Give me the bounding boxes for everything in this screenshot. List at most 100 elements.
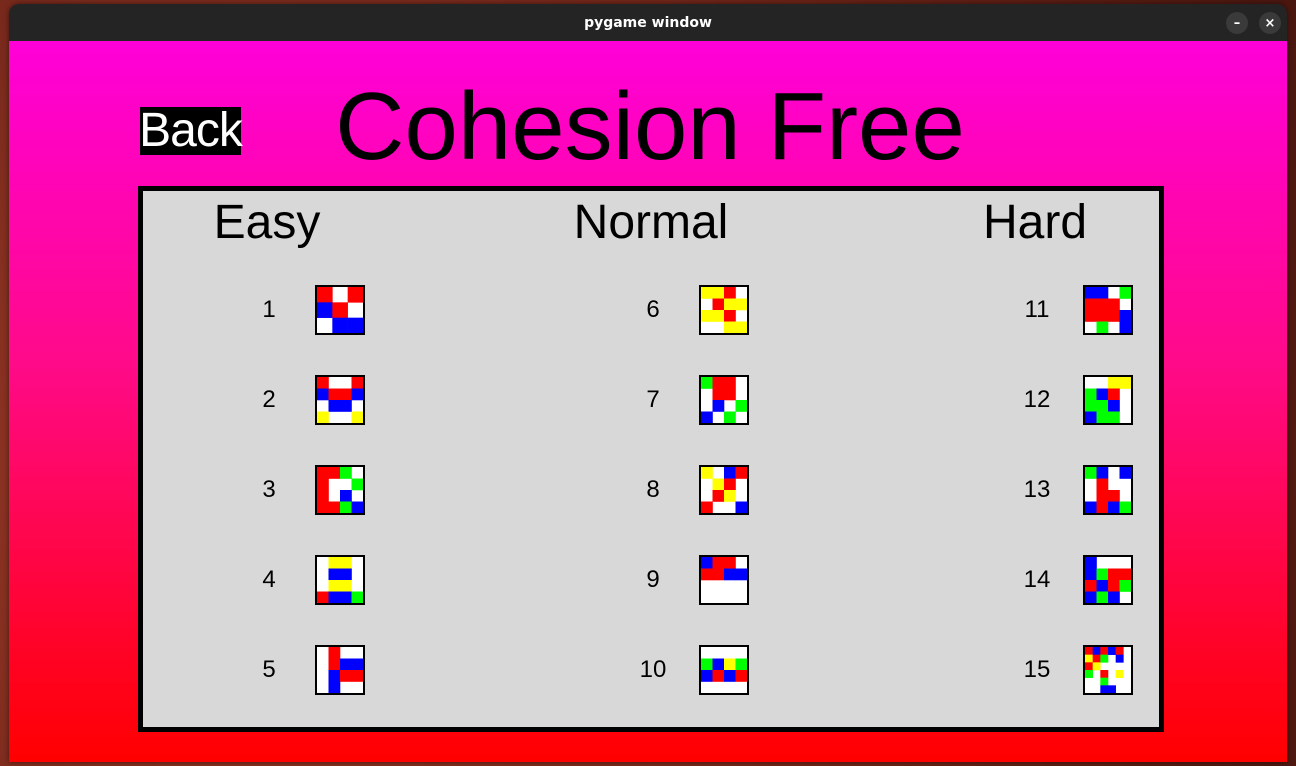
grid-cell [724, 321, 736, 333]
level-number: 12 [1023, 386, 1051, 413]
grid-cell [347, 287, 363, 303]
grid-cell [1115, 647, 1124, 655]
back-button[interactable]: Back [139, 107, 243, 155]
grid-cell [1085, 591, 1097, 603]
window-titlebar: pygame window – × [9, 4, 1287, 41]
grid-cell [328, 658, 341, 671]
grid-cell [332, 317, 348, 333]
level-thumbnail-button[interactable] [1083, 285, 1133, 335]
grid-cell [1108, 685, 1116, 693]
level-preview-grid [1085, 467, 1131, 513]
grid-cell [1085, 501, 1097, 513]
level-thumbnail-button[interactable] [699, 555, 749, 605]
grid-cell [351, 501, 363, 513]
level-preview-grid [1085, 377, 1131, 423]
grid-cell [328, 388, 341, 401]
grid-cell [1119, 321, 1131, 333]
grid-cell [340, 400, 352, 412]
grid-cell [735, 321, 747, 333]
grid-cell [712, 490, 725, 502]
level-preview-grid [317, 287, 363, 333]
grid-cell [1096, 321, 1109, 333]
level-thumbnail-button[interactable] [1083, 555, 1133, 605]
grid-cell [1096, 411, 1109, 423]
grid-cell [724, 298, 736, 311]
level-thumbnail-button[interactable] [699, 465, 749, 515]
level-thumbnail-button[interactable] [315, 465, 365, 515]
grid-cell [735, 658, 747, 671]
grid-cell [340, 580, 352, 592]
grid-cell [724, 287, 736, 299]
level-preview-grid [1085, 557, 1131, 603]
grid-cell [724, 490, 736, 502]
grid-cell [712, 298, 725, 311]
grid-cell [317, 501, 329, 513]
grid-cell [724, 478, 736, 491]
grid-cell [328, 501, 341, 513]
minimize-button[interactable]: – [1226, 12, 1248, 34]
grid-cell [1085, 287, 1097, 299]
column-heading-easy: Easy [213, 196, 321, 249]
level-number: 9 [646, 566, 660, 593]
grid-cell [351, 658, 363, 671]
level-thumbnail-button[interactable] [1083, 645, 1133, 695]
level-thumbnail-button[interactable] [315, 645, 365, 695]
level-number: 11 [1024, 296, 1050, 323]
grid-cell [340, 658, 352, 671]
level-thumbnail-button[interactable] [315, 555, 365, 605]
grid-cell [1096, 400, 1109, 412]
level-preview-grid [701, 287, 747, 333]
grid-cell [735, 467, 747, 479]
grid-cell [1108, 298, 1120, 311]
level-thumbnail-button[interactable] [699, 285, 749, 335]
grid-cell [701, 670, 713, 682]
level-preview-grid [1085, 287, 1131, 333]
level-thumbnail-button[interactable] [699, 375, 749, 425]
column-heading-normal: Normal [573, 196, 729, 249]
grid-cell [724, 557, 736, 569]
level-thumbnail-button[interactable] [315, 285, 365, 335]
window-title: pygame window [584, 14, 712, 31]
grid-cell [1085, 647, 1093, 655]
grid-cell [351, 478, 363, 491]
grid-cell [340, 591, 352, 603]
grid-cell [1119, 467, 1131, 479]
column-heading-hard: Hard [982, 196, 1088, 249]
grid-cell [701, 501, 713, 513]
level-preview-grid [328, 647, 363, 693]
grid-cell [1085, 654, 1093, 663]
grid-cell [340, 388, 352, 401]
level-preview-grid [701, 377, 747, 423]
grid-cell [317, 478, 329, 491]
level-number: 2 [262, 386, 276, 413]
grid-cell [701, 467, 713, 479]
grid-cell [712, 670, 725, 682]
grid-cell [1119, 377, 1131, 389]
grid-cell [1119, 287, 1131, 299]
grid-cell [1096, 287, 1109, 299]
grid-cell [735, 501, 747, 513]
grid-cell [701, 377, 713, 389]
level-preview-grid [317, 377, 363, 423]
grid-cell [1115, 654, 1124, 663]
level-thumbnail-button[interactable] [699, 645, 749, 695]
level-thumbnail-button[interactable] [315, 375, 365, 425]
grid-cell [332, 302, 348, 318]
grid-cell [1092, 662, 1101, 671]
grid-cell [317, 377, 329, 389]
grid-cell [712, 658, 725, 671]
level-thumbnail-button[interactable] [1083, 465, 1133, 515]
grid-cell [1096, 568, 1109, 581]
level-thumbnail-button[interactable] [1083, 375, 1133, 425]
level-preview-grid [317, 557, 363, 603]
close-icon: × [1264, 15, 1276, 31]
grid-cell [317, 302, 333, 318]
grid-cell [1092, 654, 1101, 663]
grid-cell [1096, 298, 1109, 311]
close-button[interactable]: × [1259, 12, 1281, 34]
level-number: 6 [646, 296, 660, 323]
grid-cell [1100, 685, 1109, 693]
grid-cell [735, 670, 747, 682]
grid-cell [724, 670, 736, 682]
grid-cell [712, 287, 725, 299]
